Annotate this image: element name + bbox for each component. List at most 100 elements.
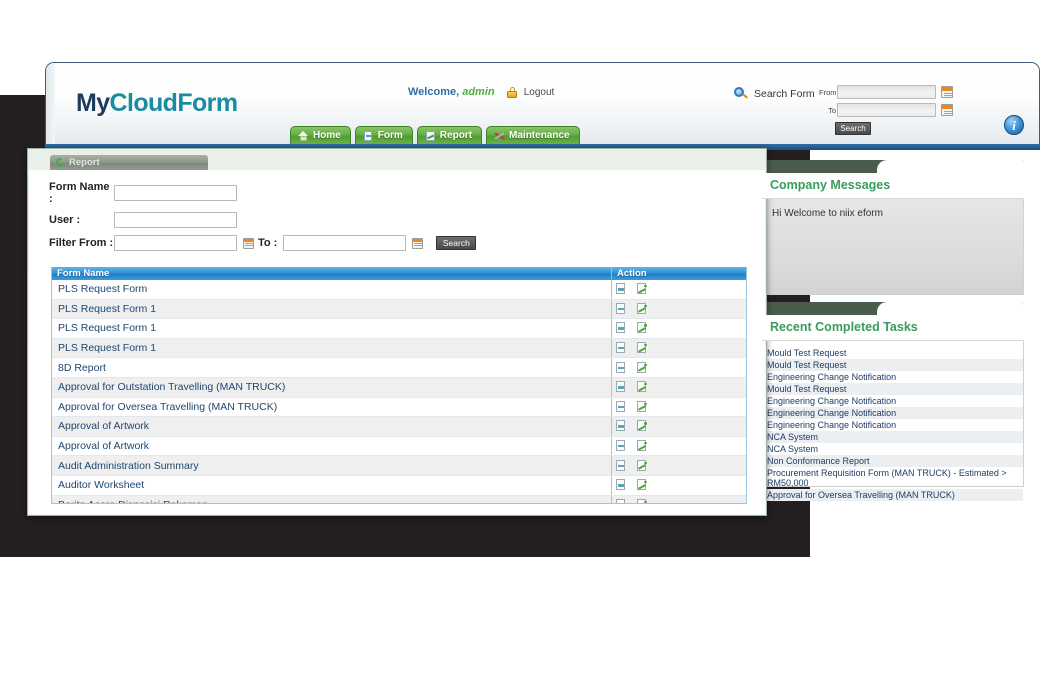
table-row[interactable]: PLS Request Form 1 [52, 299, 746, 320]
table-row[interactable]: Berita Acara Disposisi Rekaman [52, 495, 746, 503]
search-to-row: To [819, 103, 953, 117]
report-chart-icon[interactable] [637, 459, 647, 472]
report-document-icon[interactable] [616, 440, 626, 452]
report-panel: Report Form Name : User : Filter From : … [27, 148, 767, 516]
table-row[interactable]: Approval of Artwork [52, 417, 746, 437]
report-document-icon[interactable] [616, 400, 626, 413]
form-name-input[interactable] [114, 185, 237, 201]
report-chart-icon[interactable] [637, 302, 647, 315]
table-row[interactable]: Approval for Oversea Travelling (MAN TRU… [52, 397, 746, 418]
list-item[interactable]: Engineering Change Notification [763, 407, 1023, 419]
filter-from-input[interactable] [114, 235, 237, 251]
report-chart-icon[interactable] [637, 498, 647, 503]
nav-tab-report[interactable]: Report [416, 126, 483, 144]
list-item[interactable]: Procurement Requisition Form (MAN TRUCK)… [763, 467, 1023, 489]
app-logo[interactable]: MyCloudForm [76, 89, 238, 118]
nav-tab-home[interactable]: Home [290, 126, 351, 144]
report-document-icon[interactable] [616, 381, 626, 393]
info-icon[interactable]: i [1004, 115, 1024, 135]
cell-form-name[interactable]: PLS Request Form 1 [52, 342, 611, 354]
list-item[interactable]: NCA System [763, 443, 1023, 455]
filter-row-date-range: Filter From : To : Search [49, 235, 765, 251]
cell-form-name[interactable]: Approval of Artwork [52, 420, 611, 432]
report-chart-icon[interactable] [637, 420, 647, 432]
calendar-icon[interactable] [941, 104, 953, 116]
cell-form-name[interactable]: Berita Acara Disposisi Rekaman [52, 499, 611, 503]
report-chart-icon[interactable] [637, 283, 647, 295]
welcome-label: Welcome, [408, 86, 460, 98]
cell-form-name[interactable]: Approval for Oversea Travelling (MAN TRU… [52, 401, 611, 413]
company-messages-tabstrip [762, 160, 1024, 173]
logout-link[interactable]: Logout [524, 87, 555, 98]
cell-action [611, 436, 746, 456]
report-chart-icon[interactable] [637, 479, 647, 491]
column-header-form-name: Form Name [57, 268, 110, 279]
list-item[interactable]: Engineering Change Notification [763, 419, 1023, 431]
calendar-icon[interactable] [243, 237, 254, 249]
column-header-action: Action [611, 268, 746, 279]
header-search-button[interactable]: Search [835, 122, 871, 135]
cell-form-name[interactable]: Audit Administration Summary [52, 460, 611, 472]
user-input[interactable] [114, 212, 237, 228]
report-document-icon[interactable] [616, 322, 626, 334]
report-panel-tab[interactable]: Report [50, 155, 208, 170]
list-item[interactable]: Non Conformance Report [763, 455, 1023, 467]
table-row[interactable]: Auditor Worksheet [52, 475, 746, 496]
report-document-icon[interactable] [616, 420, 626, 432]
cell-form-name[interactable]: PLS Request Form [52, 283, 611, 295]
list-item[interactable]: Engineering Change Notification [763, 395, 1023, 407]
cell-form-name[interactable]: PLS Request Form 1 [52, 322, 611, 334]
cell-action [611, 475, 746, 495]
report-document-icon[interactable] [616, 479, 626, 491]
report-chart-icon[interactable] [637, 361, 647, 374]
refresh-icon [54, 156, 67, 169]
report-document-icon[interactable] [616, 302, 626, 315]
table-row[interactable]: Approval of Artwork [52, 436, 746, 457]
report-chart-icon[interactable] [637, 381, 647, 393]
cell-action [611, 299, 746, 319]
list-item[interactable]: Mould Test Request [763, 347, 1023, 359]
report-document-icon[interactable] [616, 342, 626, 354]
cell-action [611, 417, 746, 436]
table-row[interactable]: 8D Report [52, 358, 746, 378]
table-row[interactable]: Approval for Outstation Travelling (MAN … [52, 377, 746, 398]
list-item[interactable]: Engineering Change Notification [763, 371, 1023, 383]
search-to-input[interactable] [837, 103, 936, 117]
cell-action [611, 377, 746, 397]
cell-form-name[interactable]: Approval for Outstation Travelling (MAN … [52, 381, 611, 393]
report-document-icon[interactable] [616, 498, 626, 503]
report-document-icon[interactable] [616, 361, 626, 374]
filter-to-input[interactable] [283, 235, 407, 251]
list-item[interactable]: NCA System [763, 431, 1023, 443]
screenshot-root: MyCloudForm Welcome, admin Logout Search… [0, 0, 1061, 685]
table-row[interactable]: PLS Request Form [52, 280, 746, 300]
report-chart-icon[interactable] [637, 322, 647, 334]
report-chart-icon[interactable] [637, 342, 647, 354]
report-chart-icon[interactable] [637, 440, 647, 452]
list-item[interactable]: Mould Test Request [763, 383, 1023, 395]
nav-tab-maintenance-label: Maintenance [509, 130, 570, 141]
search-from-input[interactable] [837, 85, 936, 99]
cell-form-name[interactable]: Auditor Worksheet [52, 479, 611, 491]
report-search-button[interactable]: Search [436, 236, 477, 250]
report-chart-icon[interactable] [637, 400, 647, 413]
table-row[interactable]: PLS Request Form 1 [52, 319, 746, 339]
cell-form-name[interactable]: PLS Request Form 1 [52, 303, 611, 315]
calendar-icon[interactable] [941, 86, 953, 98]
filter-row-form-name: Form Name : [49, 181, 765, 205]
table-row[interactable]: PLS Request Form 1 [52, 338, 746, 359]
report-panel-body: Form Name : User : Filter From : To : Se… [29, 170, 765, 514]
report-document-icon[interactable] [616, 459, 626, 472]
nav-tab-maintenance[interactable]: Maintenance [486, 126, 580, 144]
nav-tab-form[interactable]: Form [354, 126, 413, 144]
filter-from-label: Filter From : [49, 237, 114, 249]
cell-action [611, 397, 746, 417]
calendar-icon[interactable] [412, 237, 424, 249]
search-form-label: Search Form [754, 88, 815, 100]
list-item[interactable]: Mould Test Request [763, 359, 1023, 371]
cell-form-name[interactable]: Approval of Artwork [52, 440, 611, 452]
table-row[interactable]: Audit Administration Summary [52, 456, 746, 476]
cell-form-name[interactable]: 8D Report [52, 362, 611, 374]
report-document-icon[interactable] [616, 283, 626, 295]
list-item[interactable]: Approval for Oversea Travelling (MAN TRU… [763, 489, 1023, 501]
